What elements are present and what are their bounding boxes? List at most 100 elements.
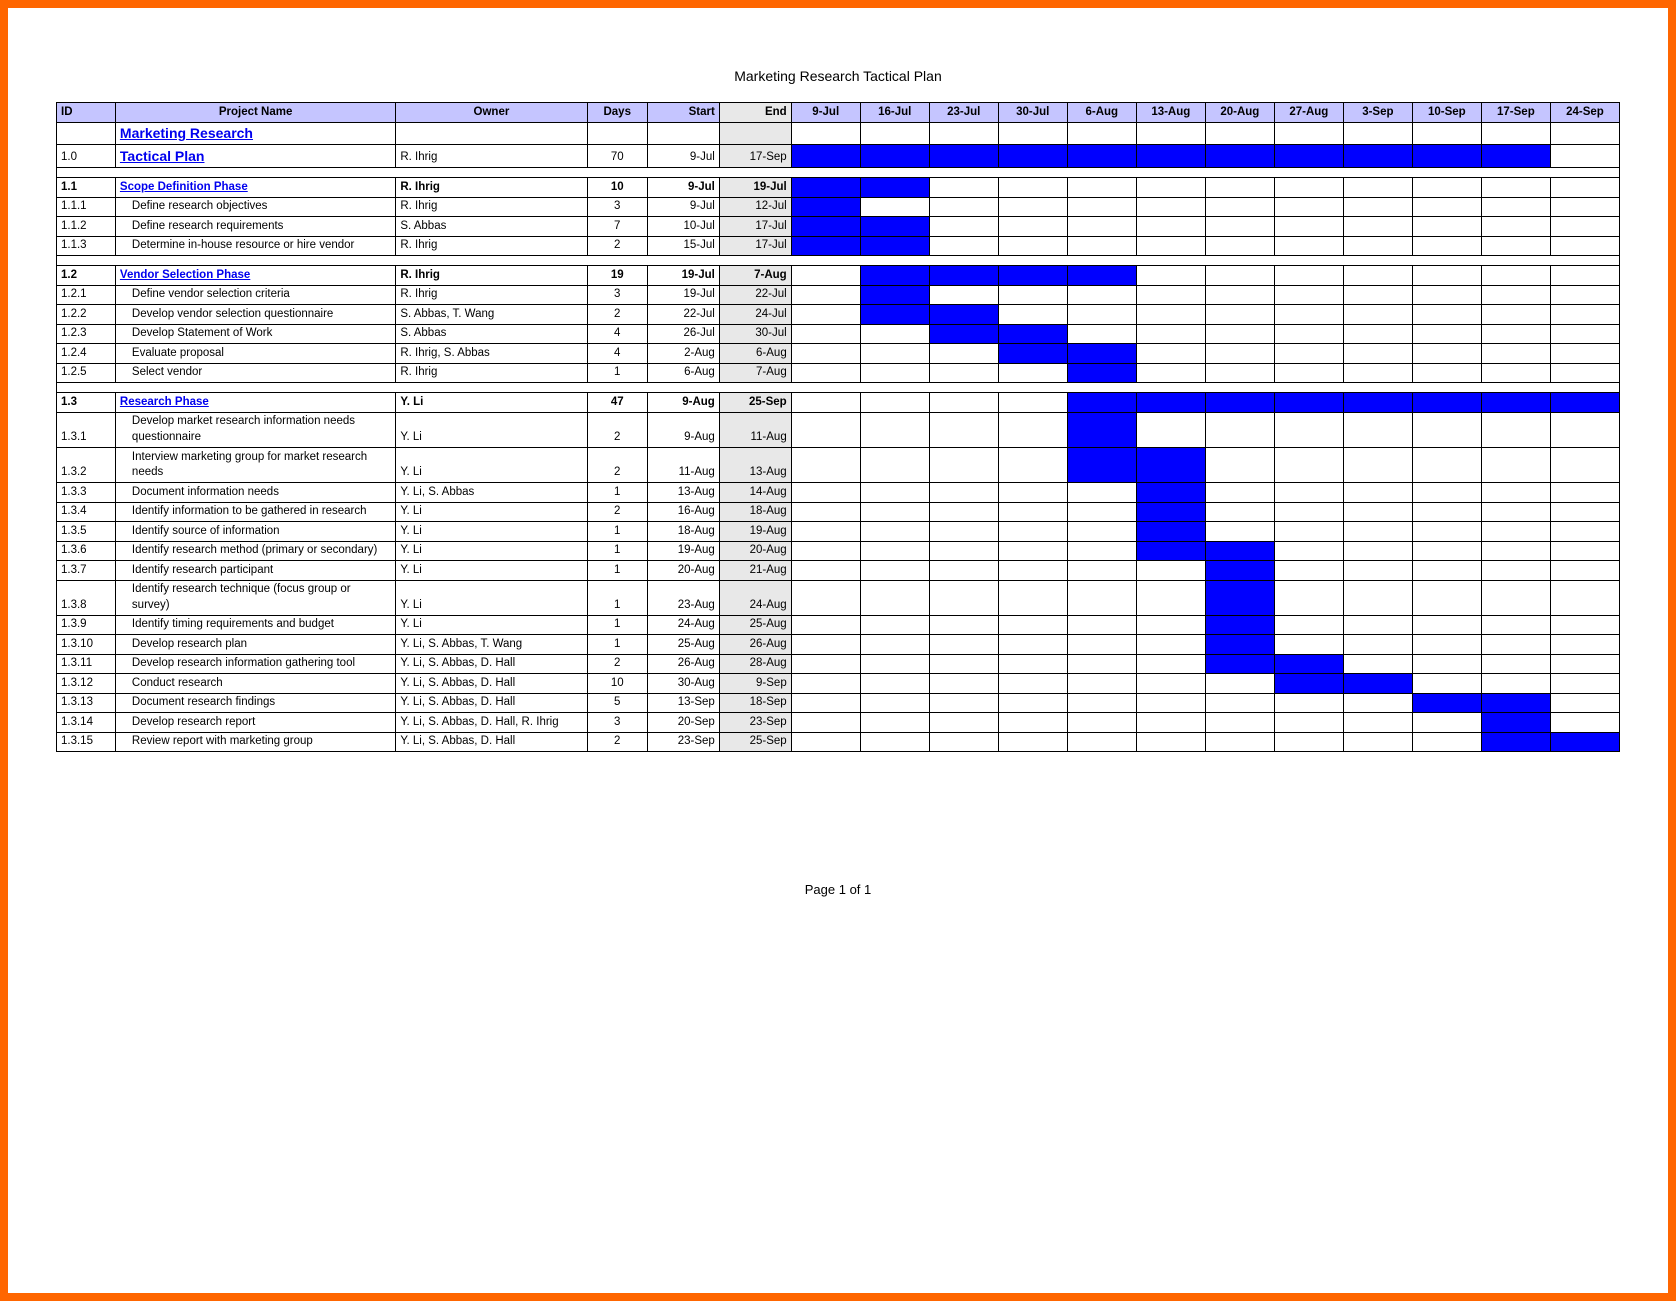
gantt-cell xyxy=(1067,541,1136,561)
cell-name: Develop market research information need… xyxy=(115,412,395,447)
cell-id: 1.1 xyxy=(57,178,116,198)
gantt-cell xyxy=(1550,122,1619,145)
gantt-cell xyxy=(1343,217,1412,237)
gantt-cell xyxy=(860,615,929,635)
gantt-cell xyxy=(791,178,860,198)
cell-days xyxy=(587,122,647,145)
table-row: 1.2.4Evaluate proposalR. Ihrig, S. Abbas… xyxy=(57,344,1620,364)
gantt-cell xyxy=(1136,483,1205,503)
gantt-cell xyxy=(1550,561,1619,581)
gantt-cell xyxy=(1274,674,1343,694)
gantt-cell xyxy=(1136,145,1205,168)
cell-id: 1.3.8 xyxy=(57,580,116,615)
gantt-cell xyxy=(1067,266,1136,286)
gantt-cell xyxy=(1067,522,1136,542)
cell-name: Document information needs xyxy=(115,483,395,503)
gantt-cell xyxy=(1550,541,1619,561)
cell-id: 1.3.2 xyxy=(57,448,116,483)
gantt-cell xyxy=(1274,732,1343,752)
cell-end: 13-Aug xyxy=(719,448,791,483)
cell-end: 24-Jul xyxy=(719,305,791,325)
gantt-cell xyxy=(1412,305,1481,325)
header-days: Days xyxy=(587,103,647,123)
gantt-cell xyxy=(1067,654,1136,674)
gantt-cell xyxy=(1205,122,1274,145)
cell-owner: Y. Li xyxy=(396,580,587,615)
cell-start: 24-Aug xyxy=(647,615,719,635)
gantt-cell xyxy=(791,145,860,168)
gantt-cell xyxy=(1136,122,1205,145)
cell-days: 1 xyxy=(587,615,647,635)
cell-days: 2 xyxy=(587,305,647,325)
header-week-0: 9-Jul xyxy=(791,103,860,123)
gantt-cell xyxy=(860,561,929,581)
cell-days: 2 xyxy=(587,654,647,674)
table-row: 1.3.8Identify research technique (focus … xyxy=(57,580,1620,615)
gantt-cell xyxy=(1481,266,1550,286)
gantt-cell xyxy=(1550,674,1619,694)
cell-id: 1.1.1 xyxy=(57,197,116,217)
cell-id: 1.0 xyxy=(57,145,116,168)
gantt-cell xyxy=(1274,122,1343,145)
cell-start: 11-Aug xyxy=(647,448,719,483)
cell-days: 1 xyxy=(587,561,647,581)
gantt-cell xyxy=(1274,363,1343,383)
gantt-cell xyxy=(1136,344,1205,364)
cell-name: Identify information to be gathered in r… xyxy=(115,502,395,522)
gantt-cell xyxy=(791,122,860,145)
cell-id: 1.2 xyxy=(57,266,116,286)
gantt-cell xyxy=(1136,615,1205,635)
gantt-cell xyxy=(1067,285,1136,305)
table-row: 1.0Tactical PlanR. Ihrig709-Jul17-Sep xyxy=(57,145,1620,168)
gantt-cell xyxy=(929,197,998,217)
gantt-cell xyxy=(1136,393,1205,413)
gantt-cell xyxy=(1550,197,1619,217)
cell-end: 19-Jul xyxy=(719,178,791,198)
cell-name: Identify source of information xyxy=(115,522,395,542)
gantt-cell xyxy=(1067,693,1136,713)
gantt-cell xyxy=(791,363,860,383)
cell-end: 20-Aug xyxy=(719,541,791,561)
gantt-cell xyxy=(791,561,860,581)
table-row: 1.3.7Identify research participantY. Li1… xyxy=(57,561,1620,581)
cell-end: 17-Jul xyxy=(719,217,791,237)
gantt-cell xyxy=(1481,541,1550,561)
cell-start: 15-Jul xyxy=(647,236,719,256)
gantt-cell xyxy=(1136,363,1205,383)
cell-name: Identify research method (primary or sec… xyxy=(115,541,395,561)
gantt-cell xyxy=(1550,615,1619,635)
gantt-cell xyxy=(1481,654,1550,674)
cell-end: 22-Jul xyxy=(719,285,791,305)
cell-owner: S. Abbas, T. Wang xyxy=(396,305,587,325)
gantt-cell xyxy=(1343,363,1412,383)
gantt-cell xyxy=(929,344,998,364)
cell-end: 18-Sep xyxy=(719,693,791,713)
gantt-cell xyxy=(1136,654,1205,674)
cell-end: 7-Aug xyxy=(719,266,791,286)
gantt-cell xyxy=(1274,615,1343,635)
gantt-cell xyxy=(1067,580,1136,615)
gantt-cell xyxy=(1274,693,1343,713)
gantt-cell xyxy=(1550,217,1619,237)
cell-name: Document research findings xyxy=(115,693,395,713)
header-week-3: 30-Jul xyxy=(998,103,1067,123)
gantt-cell xyxy=(929,580,998,615)
gantt-cell xyxy=(1136,197,1205,217)
gantt-cell xyxy=(1550,693,1619,713)
gantt-cell xyxy=(929,635,998,655)
gantt-cell xyxy=(860,541,929,561)
gantt-cell xyxy=(1205,541,1274,561)
table-row: 1.3.10Develop research planY. Li, S. Abb… xyxy=(57,635,1620,655)
gantt-cell xyxy=(1343,541,1412,561)
cell-start: 9-Jul xyxy=(647,197,719,217)
gantt-cell xyxy=(791,635,860,655)
gantt-cell xyxy=(1412,217,1481,237)
cell-owner: Y. Li, S. Abbas, T. Wang xyxy=(396,635,587,655)
gantt-cell xyxy=(1343,502,1412,522)
cell-days: 2 xyxy=(587,236,647,256)
cell-days: 19 xyxy=(587,266,647,286)
header-week-8: 3-Sep xyxy=(1343,103,1412,123)
gantt-cell xyxy=(791,448,860,483)
gantt-cell xyxy=(1481,674,1550,694)
gantt-cell xyxy=(1481,393,1550,413)
